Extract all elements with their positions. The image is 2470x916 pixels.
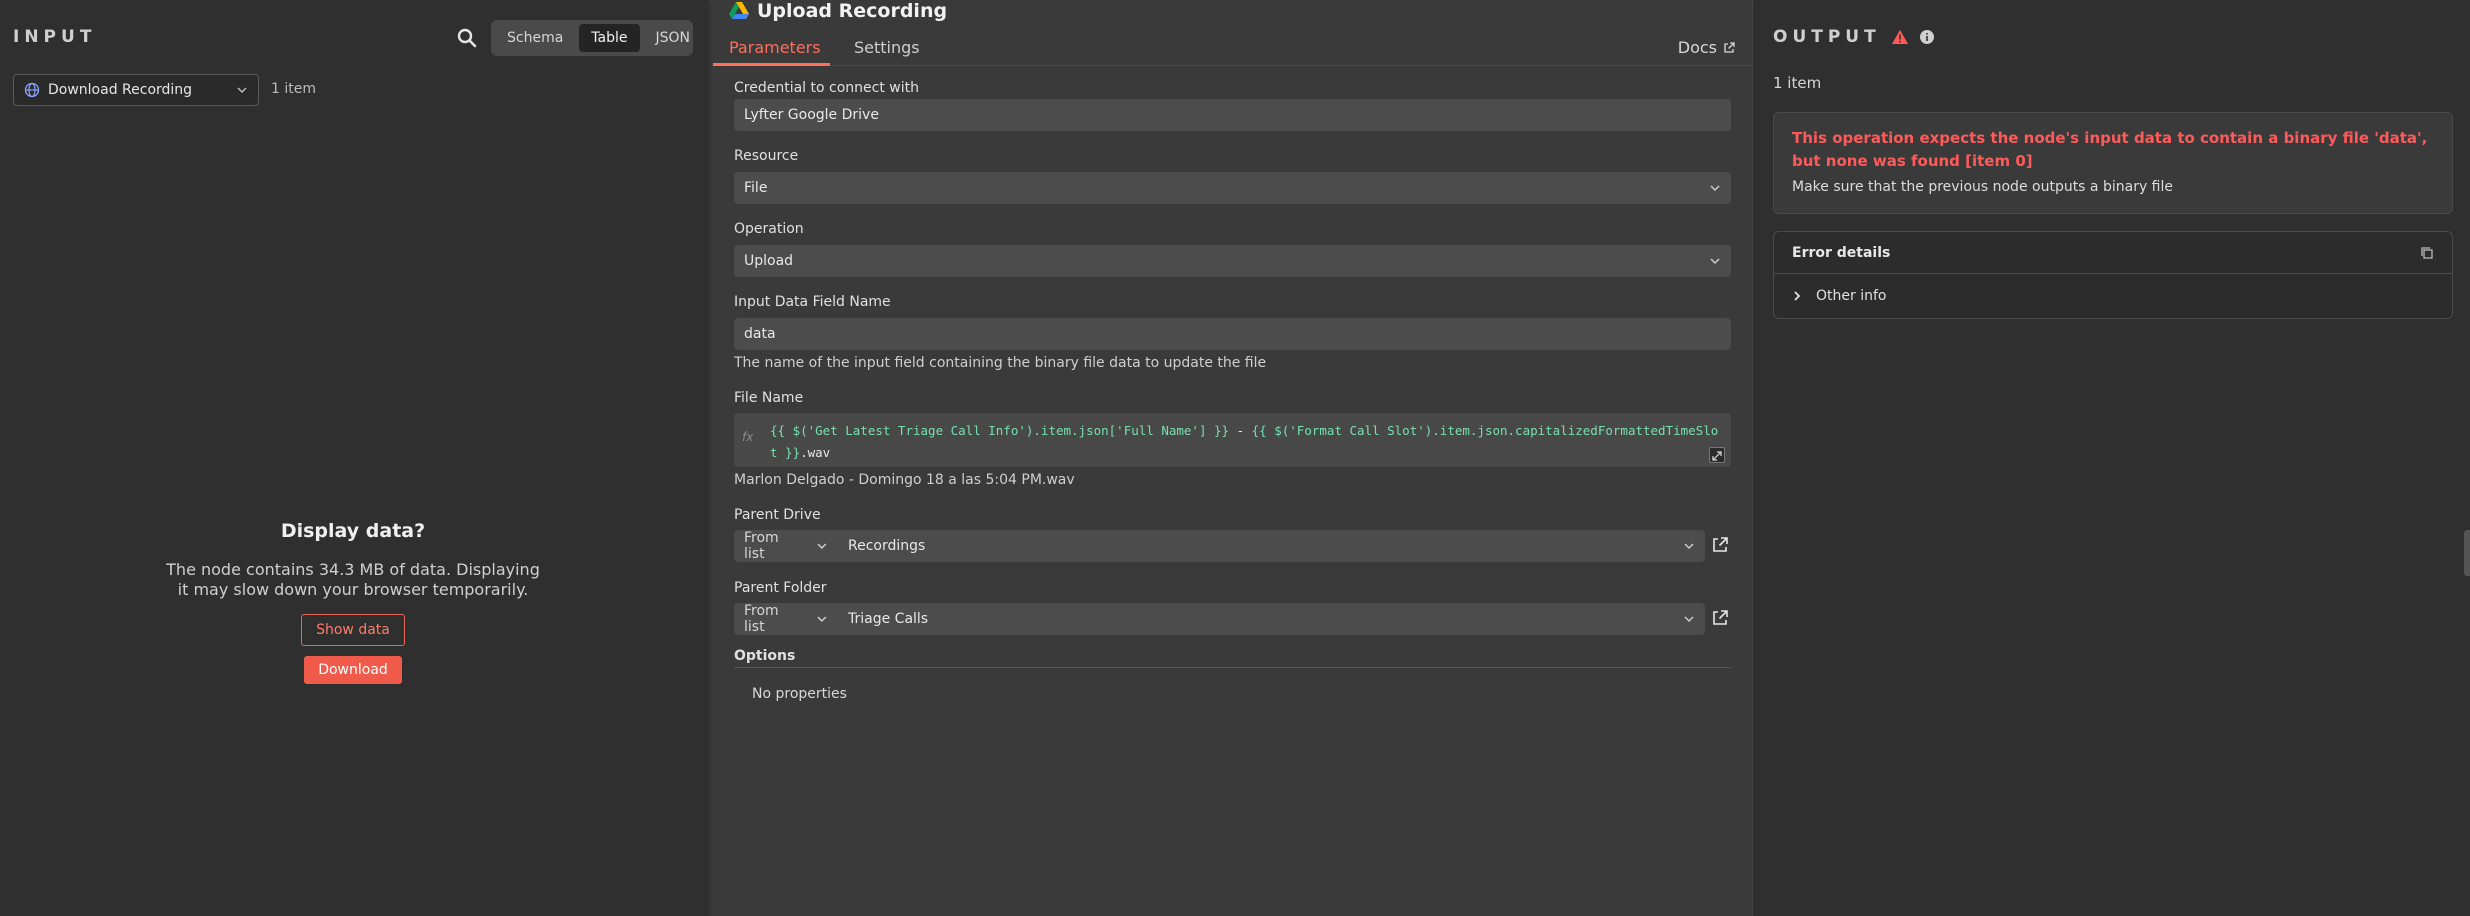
open-folder-external-icon[interactable] xyxy=(1711,609,1729,627)
no-properties-text: No properties xyxy=(752,686,847,702)
globe-icon xyxy=(24,82,40,98)
error-details-box: Error details Other info xyxy=(1773,231,2453,319)
operation-value: Upload xyxy=(744,253,794,269)
operation-label: Operation xyxy=(734,221,804,237)
active-tab-underline xyxy=(713,63,830,66)
tab-settings[interactable]: Settings xyxy=(854,38,920,57)
input-field-label: Input Data Field Name xyxy=(734,294,891,310)
error-message-box: This operation expects the node's input … xyxy=(1773,112,2453,214)
output-panel-label: OUTPUT xyxy=(1773,27,1881,47)
info-icon[interactable] xyxy=(1919,29,1935,45)
input-panel: INPUT Schema Table JSON Download Recordi… xyxy=(0,0,710,916)
error-title: This operation expects the node's input … xyxy=(1792,129,2428,170)
resource-select[interactable]: File xyxy=(734,172,1731,204)
parent-drive-locator: From list Recordings xyxy=(734,530,1705,562)
chevron-down-icon xyxy=(817,543,827,549)
display-data-text: The node contains 34.3 MB of data. Displ… xyxy=(166,560,540,599)
chevron-down-icon xyxy=(1684,543,1694,550)
fx-icon: fx xyxy=(742,430,754,444)
docs-link[interactable]: Docs xyxy=(1678,38,1735,57)
output-header: OUTPUT xyxy=(1773,27,1935,47)
parent-drive-mode: From list xyxy=(744,530,779,562)
other-info-toggle[interactable]: Other info xyxy=(1774,274,2452,318)
view-mode-toggle: Schema Table JSON xyxy=(491,20,693,56)
parent-folder-mode: From list xyxy=(744,603,779,635)
file-name-expression: {{ $('Get Latest Triage Call Info').item… xyxy=(770,420,1725,464)
search-icon[interactable] xyxy=(455,26,479,50)
parent-drive-mode-select[interactable]: From list xyxy=(734,530,838,562)
chevron-down-icon xyxy=(1710,258,1720,265)
copy-icon[interactable] xyxy=(2420,246,2434,260)
error-details-title: Error details xyxy=(1792,244,1891,261)
input-item-count: 1 item xyxy=(271,81,316,97)
chevron-down-icon xyxy=(817,616,827,622)
parent-folder-label: Parent Folder xyxy=(734,580,827,596)
parent-drive-value-select[interactable]: Recordings xyxy=(838,538,1705,554)
input-field-hint: The name of the input field containing t… xyxy=(734,355,1267,371)
external-link-icon xyxy=(1724,41,1735,53)
node-header: Upload Recording xyxy=(729,0,947,22)
resource-label: Resource xyxy=(734,148,799,164)
file-name-preview: Marlon Delgado - Domingo 18 a las 5:04 P… xyxy=(734,472,1075,488)
parent-folder-mode-select[interactable]: From list xyxy=(734,603,838,635)
expand-editor-icon[interactable] xyxy=(1709,447,1725,463)
operation-select[interactable]: Upload xyxy=(734,245,1731,277)
parent-folder-value-select[interactable]: Triage Calls xyxy=(838,611,1705,627)
options-divider xyxy=(734,667,1731,668)
n8n-node-editor: INPUT Schema Table JSON Download Recordi… xyxy=(0,0,2470,916)
chevron-down-icon xyxy=(1710,185,1720,192)
chevron-down-icon xyxy=(1684,616,1694,623)
view-table-button[interactable]: Table xyxy=(579,24,640,52)
open-drive-external-icon[interactable] xyxy=(1711,536,1729,554)
output-panel: OUTPUT 1 item This operation expects the… xyxy=(1754,0,2470,916)
parameter-tabs: Parameters Settings Docs xyxy=(711,30,1753,66)
options-label: Options xyxy=(734,648,796,664)
parent-drive-value: Recordings xyxy=(848,538,926,554)
panel-resize-handle[interactable] xyxy=(2464,530,2470,576)
google-drive-icon xyxy=(729,2,749,19)
input-node-select[interactable]: Download Recording xyxy=(13,74,259,106)
view-json-button[interactable]: JSON xyxy=(644,24,703,52)
chevron-down-icon xyxy=(237,87,247,94)
show-data-button[interactable]: Show data xyxy=(301,614,405,646)
expression-part-1: {{ $('Get Latest Triage Call Info').item… xyxy=(770,423,1230,438)
input-field-value: data xyxy=(744,326,776,342)
file-name-expression-input[interactable]: fx {{ $('Get Latest Triage Call Info').i… xyxy=(734,413,1731,467)
output-item-count: 1 item xyxy=(1773,74,1822,92)
download-button[interactable]: Download xyxy=(304,656,402,684)
credential-select[interactable]: Lyfter Google Drive xyxy=(734,99,1731,131)
error-details-header: Error details xyxy=(1774,232,2452,274)
parent-folder-value: Triage Calls xyxy=(848,611,929,627)
other-info-label: Other info xyxy=(1816,288,1887,304)
parent-drive-label: Parent Drive xyxy=(734,507,821,523)
expression-separator: - xyxy=(1229,423,1252,438)
file-name-label: File Name xyxy=(734,390,804,406)
resource-value: File xyxy=(744,180,768,196)
parent-folder-locator: From list Triage Calls xyxy=(734,603,1705,635)
warning-icon xyxy=(1891,30,1908,44)
parameters-panel: Upload Recording Parameters Settings Doc… xyxy=(711,0,1753,916)
tab-parameters[interactable]: Parameters xyxy=(729,38,821,57)
input-field-name-input[interactable]: data xyxy=(734,318,1731,350)
error-description: Make sure that the previous node outputs… xyxy=(1792,179,2174,195)
display-data-title: Display data? xyxy=(280,520,426,542)
credential-label: Credential to connect with xyxy=(734,80,919,96)
credential-value: Lyfter Google Drive xyxy=(744,107,879,123)
expression-suffix: .wav xyxy=(800,445,831,460)
input-node-name: Download Recording xyxy=(48,82,193,98)
node-title[interactable]: Upload Recording xyxy=(757,0,947,22)
display-data-prompt: Display data? The node contains 34.3 MB … xyxy=(160,520,546,684)
input-panel-label: INPUT xyxy=(13,27,97,47)
view-schema-button[interactable]: Schema xyxy=(495,24,575,52)
docs-label: Docs xyxy=(1677,38,1717,57)
chevron-right-icon xyxy=(1794,291,1801,301)
